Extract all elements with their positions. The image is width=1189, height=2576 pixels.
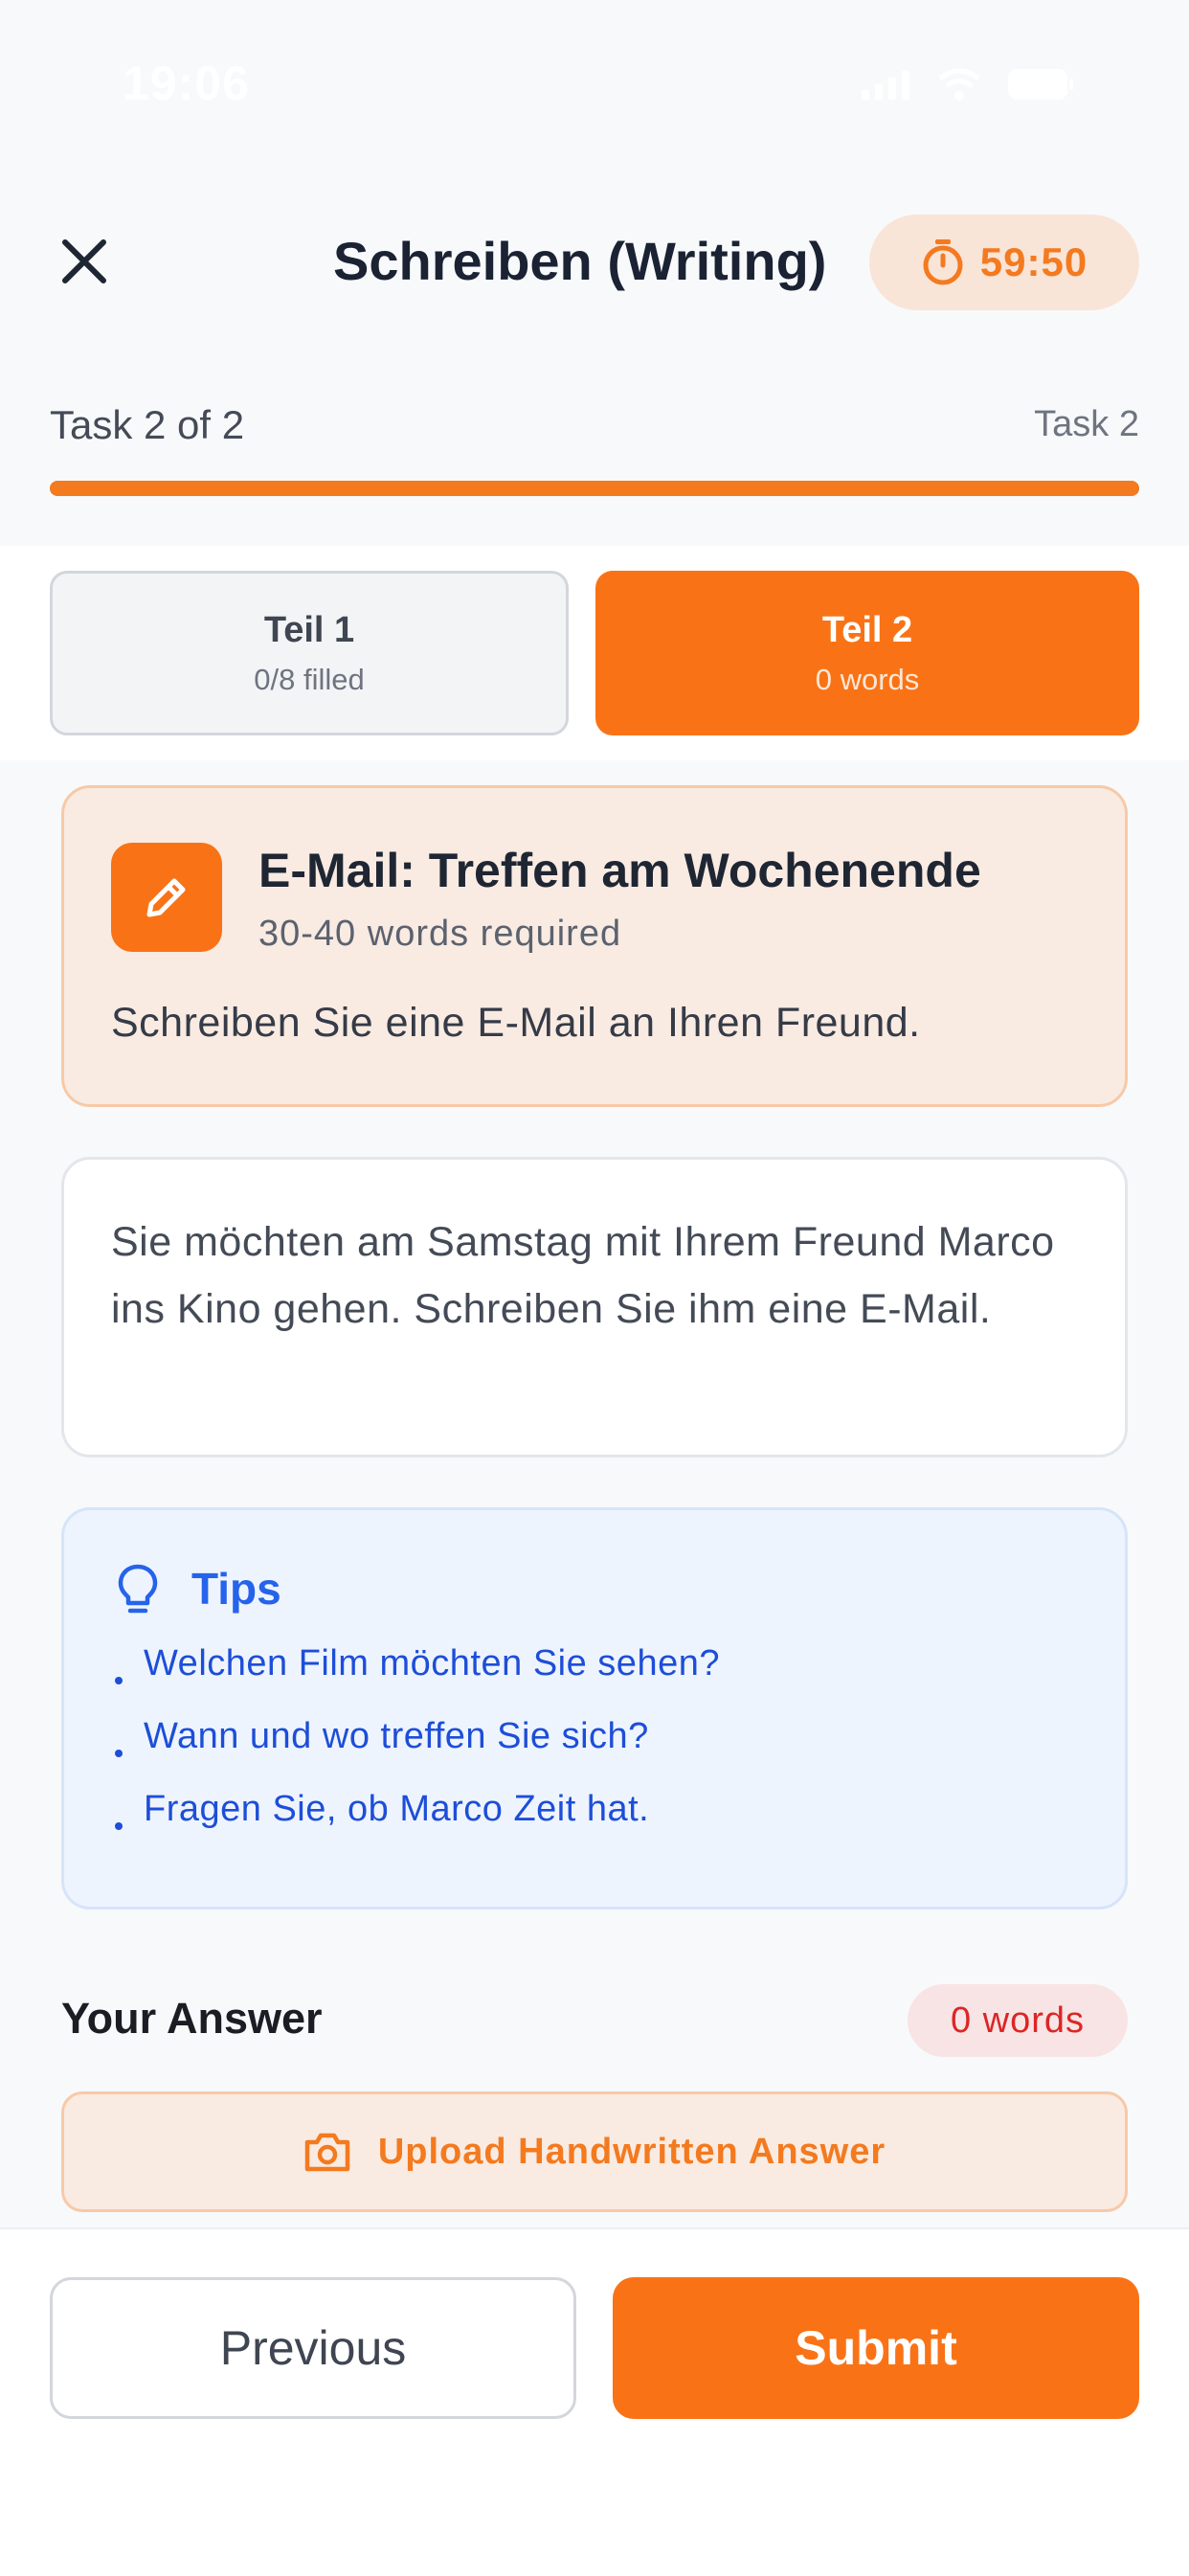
tip-text: Fragen Sie, ob Marco Zeit hat. (144, 1789, 650, 1829)
timer-text: 59:50 (979, 239, 1088, 284)
task-current-label: Task 2 (1034, 404, 1139, 444)
tip-item: Welchen Film möchten Sie sehen? (115, 1643, 720, 1684)
upload-label: Upload Handwritten Answer (377, 2131, 886, 2172)
close-icon (62, 239, 106, 283)
bullet-icon (115, 1750, 123, 1757)
task-requirement: 30-40 words required (258, 914, 622, 954)
previous-button[interactable]: Previous (50, 2277, 576, 2419)
tip-item: Fragen Sie, ob Marco Zeit hat. (115, 1789, 649, 1830)
close-button[interactable] (57, 235, 111, 288)
tab-teil-2[interactable]: Teil 2 0 words (595, 571, 1139, 735)
progress-bar (50, 481, 1139, 496)
camera-icon (304, 2133, 350, 2172)
word-count-badge: 0 words (908, 1984, 1128, 2057)
tip-item: Wann und wo treffen Sie sich? (115, 1716, 649, 1757)
battery-icon (1008, 69, 1073, 100)
lightbulb-icon (118, 1564, 158, 1614)
status-time: 19:06 (123, 56, 250, 110)
bullet-icon (115, 1677, 123, 1684)
tip-text: Wann und wo treffen Sie sich? (144, 1716, 649, 1756)
upload-handwritten-button[interactable]: Upload Handwritten Answer (61, 2091, 1128, 2212)
wifi-icon (938, 68, 980, 101)
tips-title: Tips (191, 1564, 281, 1614)
tab-teil-1[interactable]: Teil 1 0/8 filled (50, 571, 569, 735)
tab-subtitle: 0 words (815, 662, 920, 696)
task-instruction: Schreiben Sie eine E-Mail an Ihren Freun… (111, 1000, 921, 1046)
tab-title: Teil 2 (821, 609, 913, 650)
bullet-icon (115, 1822, 123, 1830)
task-icon-box (111, 843, 222, 952)
timer-badge: 59:50 (869, 215, 1139, 310)
tab-subtitle: 0/8 filled (254, 662, 365, 696)
scenario-text: Sie möchten am Samstag mit Ihrem Freund … (111, 1219, 1055, 1332)
tip-text: Welchen Film möchten Sie sehen? (144, 1643, 720, 1683)
signal-icon (862, 71, 909, 100)
task-progress-label: Task 2 of 2 (50, 402, 245, 447)
answer-label: Your Answer (61, 1994, 323, 2043)
status-icons (862, 67, 1074, 102)
stopwatch-icon (923, 239, 963, 285)
task-title: E-Mail: Treffen am Wochenende (258, 844, 981, 897)
page-title: Schreiben (Writing) (333, 231, 827, 291)
tab-title: Teil 1 (263, 609, 355, 650)
pencil-icon (146, 878, 186, 917)
submit-button[interactable]: Submit (613, 2277, 1139, 2419)
